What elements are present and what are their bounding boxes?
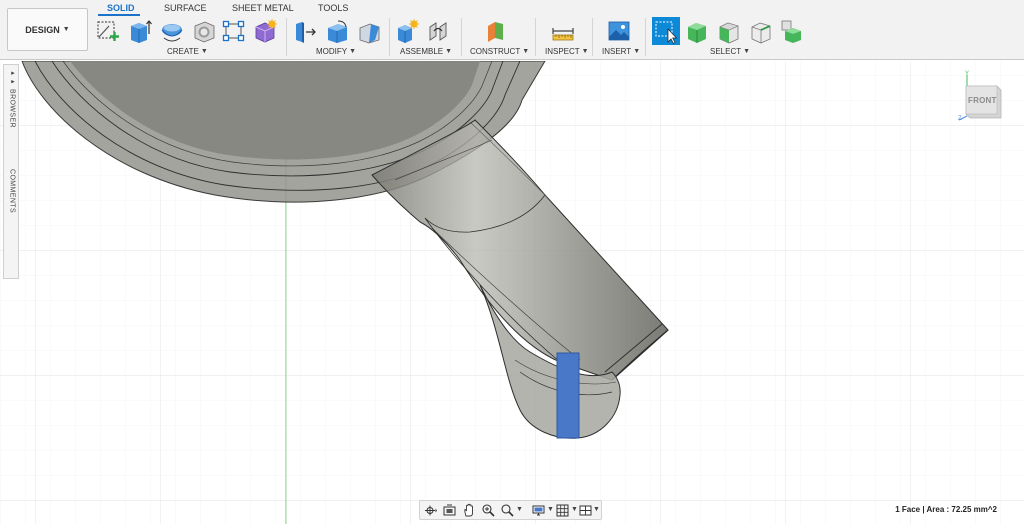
press-pull-icon[interactable]: [292, 18, 318, 44]
view-cube[interactable]: Y Z FRONT: [957, 71, 1003, 124]
toolbar-divider: [645, 18, 646, 56]
chevron-down-icon: ▼: [445, 48, 453, 55]
joint-icon[interactable]: [426, 18, 452, 44]
workspace-switcher[interactable]: DESIGN ▼: [7, 8, 88, 51]
create-sketch-icon[interactable]: [95, 18, 121, 44]
select-menu-label: SELECT: [710, 47, 742, 56]
new-component-icon[interactable]: [395, 18, 421, 44]
chevron-down-icon[interactable]: ▼: [593, 506, 600, 513]
zoom-icon[interactable]: [500, 503, 515, 518]
fillet-icon[interactable]: [324, 18, 350, 44]
display-settings-icon[interactable]: [531, 503, 546, 518]
axis-y-label: Y: [965, 71, 970, 77]
comments-label: COMMENTS: [8, 169, 16, 214]
chevron-down-icon[interactable]: ▼: [547, 506, 554, 513]
toolbar-divider: [389, 18, 390, 56]
chevron-down-icon: ▼: [743, 48, 751, 55]
modify-menu-label: MODIFY: [316, 47, 348, 56]
double-chevron-icon: ▸▸: [9, 69, 16, 86]
construct-menu[interactable]: CONSTRUCT ▼: [470, 47, 529, 56]
chevron-down-icon: ▼: [522, 48, 530, 55]
chevron-down-icon: ▼: [633, 48, 641, 55]
browser-panel-toggle[interactable]: ▸▸ BROWSER: [5, 69, 19, 129]
assemble-menu[interactable]: ASSEMBLE ▼: [400, 47, 452, 56]
offset-plane-icon[interactable]: [483, 18, 509, 44]
revolve-icon[interactable]: [159, 18, 185, 44]
modify-menu[interactable]: MODIFY ▼: [316, 47, 356, 56]
chevron-down-icon: ▼: [581, 48, 589, 55]
fusion-app: DESIGN ▼ SOLID SURFACE SHEET METAL TOOLS…: [0, 0, 1024, 524]
inspect-menu[interactable]: INSPECT ▼: [545, 47, 589, 56]
look-at-icon[interactable]: [442, 503, 457, 518]
pan-icon[interactable]: [462, 503, 477, 518]
construct-menu-label: CONSTRUCT: [470, 47, 521, 56]
inspect-menu-label: INSPECT: [545, 47, 580, 56]
side-panel: ▸▸ BROWSER COMMENTS: [3, 64, 19, 279]
active-tab-indicator: [98, 14, 140, 16]
chevron-down-icon[interactable]: ▼: [571, 506, 578, 513]
chevron-down-icon: ▼: [62, 26, 70, 33]
chamfer-icon[interactable]: [356, 18, 382, 44]
create-menu-label: CREATE: [167, 47, 199, 56]
workspace-label: DESIGN: [25, 24, 60, 35]
select-edge-icon[interactable]: [748, 18, 774, 44]
toolbar: DESIGN ▼ SOLID SURFACE SHEET METAL TOOLS…: [0, 0, 1024, 60]
view-cube-face-label: FRONT: [968, 96, 997, 105]
toolbar-divider: [592, 18, 593, 56]
toolbar-divider: [286, 18, 287, 56]
window-select-icon[interactable]: [652, 17, 680, 45]
canvas-viewport[interactable]: [0, 61, 1024, 524]
insert-menu[interactable]: INSERT ▼: [602, 47, 640, 56]
grid-settings-icon[interactable]: [555, 503, 570, 518]
tab-surface[interactable]: SURFACE: [164, 3, 207, 15]
browser-label: BROWSER: [8, 88, 16, 128]
select-face-icon[interactable]: [716, 18, 742, 44]
comments-panel-toggle[interactable]: COMMENTS: [5, 169, 19, 229]
chevron-down-icon: ▼: [349, 48, 357, 55]
selected-face[interactable]: [556, 352, 580, 439]
extrude-icon[interactable]: [127, 18, 153, 44]
create-menu[interactable]: CREATE ▼: [167, 47, 208, 56]
sketch-rectangle-icon[interactable]: [221, 18, 247, 44]
insert-menu-label: INSERT: [602, 47, 632, 56]
navigation-bar: ▼ ▼ ▼ ▼: [419, 500, 602, 520]
form-icon[interactable]: [252, 18, 278, 44]
select-component-icon[interactable]: [779, 18, 805, 44]
tab-tools[interactable]: TOOLS: [318, 3, 348, 15]
insert-image-icon[interactable]: [606, 18, 632, 44]
toolbar-divider: [461, 18, 462, 56]
model-canvas[interactable]: [0, 61, 1024, 524]
selection-status: 1 Face | Area : 72.25 mm^2: [895, 505, 997, 514]
measure-icon[interactable]: [550, 18, 576, 44]
chevron-down-icon[interactable]: ▼: [516, 506, 523, 513]
select-body-icon[interactable]: [684, 18, 710, 44]
toolbar-divider: [535, 18, 536, 56]
zoom-window-icon[interactable]: [481, 503, 496, 518]
chevron-down-icon: ▼: [200, 48, 208, 55]
viewports-icon[interactable]: [578, 503, 593, 518]
orbit-icon[interactable]: [423, 503, 438, 518]
shell-icon[interactable]: [191, 18, 217, 44]
select-menu[interactable]: SELECT ▼: [710, 47, 750, 56]
assemble-menu-label: ASSEMBLE: [400, 47, 444, 56]
axis-z-label: Z: [958, 116, 962, 122]
tab-sheet-metal[interactable]: SHEET METAL: [232, 3, 294, 15]
